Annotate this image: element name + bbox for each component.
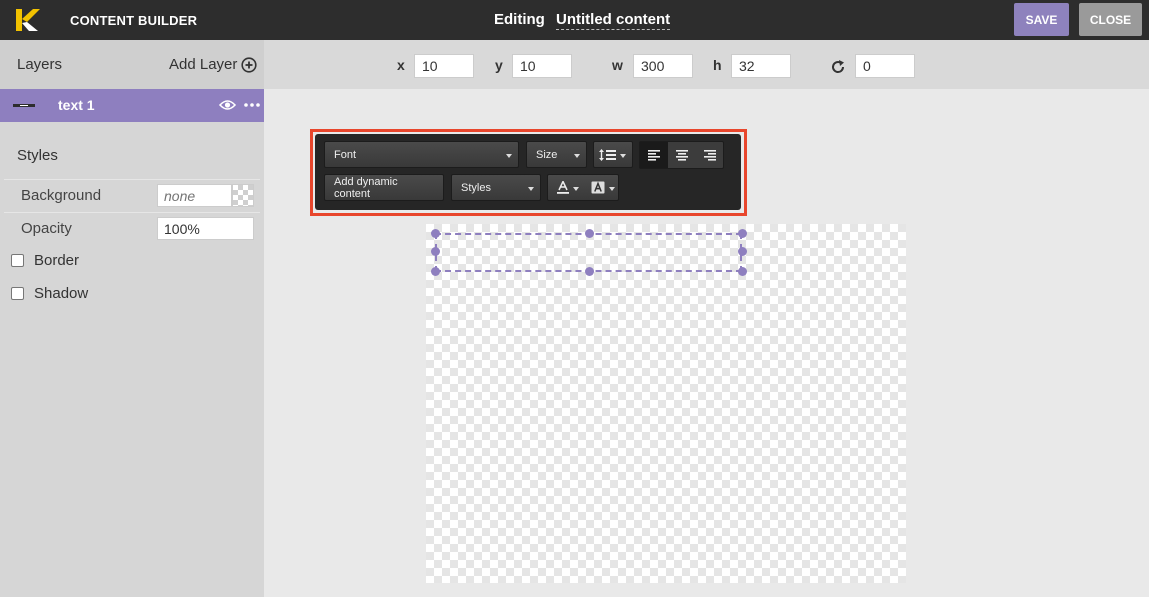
chevron-down-icon: [528, 187, 534, 191]
add-dynamic-content-label: Add dynamic content: [334, 175, 398, 200]
opacity-row: Opacity: [4, 212, 260, 243]
alignment-group: [639, 141, 724, 169]
shadow-checkbox[interactable]: [11, 287, 24, 300]
add-layer-label: Add Layer: [169, 56, 238, 73]
background-row: Background: [4, 179, 260, 210]
line-height-dropdown[interactable]: [593, 141, 633, 168]
resize-handle[interactable]: [738, 229, 747, 238]
layers-title: Layers: [17, 56, 63, 73]
resize-handle[interactable]: [431, 247, 440, 256]
app-title: CONTENT BUILDER: [70, 13, 198, 28]
color-controls: [547, 174, 619, 201]
align-center-icon: [676, 149, 688, 161]
font-dropdown[interactable]: Font: [324, 141, 519, 168]
size-label: Size: [536, 148, 558, 161]
sidebar: Layers Add Layer text 1 Styles Backgroun…: [0, 40, 264, 597]
border-toggle[interactable]: Border: [11, 252, 79, 269]
chevron-down-icon: [609, 187, 615, 191]
align-right-button[interactable]: [696, 142, 724, 168]
text-background-color-button[interactable]: [584, 175, 620, 200]
chevron-down-icon: [620, 154, 626, 158]
document-name[interactable]: Untitled content: [556, 11, 671, 30]
text-color-icon: [557, 181, 569, 194]
eye-icon[interactable]: [219, 99, 236, 111]
w-label: w: [612, 57, 623, 73]
border-checkbox[interactable]: [11, 254, 24, 267]
text-color-button[interactable]: [548, 175, 584, 200]
text-layer-icon: [13, 104, 35, 107]
width-input[interactable]: [633, 54, 693, 78]
x-input[interactable]: [414, 54, 474, 78]
background-color-swatch[interactable]: [232, 184, 254, 207]
layer-name: text 1: [58, 97, 95, 113]
chevron-down-icon: [574, 154, 580, 158]
chevron-down-icon: [506, 154, 512, 158]
resize-handle[interactable]: [431, 267, 440, 276]
size-dropdown[interactable]: Size: [526, 141, 587, 168]
resize-handle[interactable]: [585, 267, 594, 276]
rotation-input[interactable]: [855, 54, 915, 78]
y-label: y: [495, 57, 503, 73]
align-center-button[interactable]: [668, 142, 696, 168]
top-bar: CONTENT BUILDER Editing Untitled content…: [0, 0, 1149, 40]
y-input[interactable]: [512, 54, 572, 78]
app-logo-icon: [16, 9, 40, 31]
chevron-down-icon: [573, 187, 579, 191]
rotate-icon: [832, 60, 845, 73]
shadow-label: Shadow: [34, 285, 89, 302]
resize-handle[interactable]: [738, 247, 747, 256]
text-background-color-icon: [591, 181, 605, 194]
design-canvas[interactable]: [426, 224, 906, 583]
align-right-icon: [704, 149, 716, 161]
background-label: Background: [21, 187, 102, 204]
border-label: Border: [34, 252, 80, 269]
layers-header: Layers Add Layer: [0, 40, 264, 89]
styles-title: Styles: [17, 147, 58, 164]
font-label: Font: [334, 148, 357, 161]
add-layer-button[interactable]: Add Layer: [169, 56, 257, 73]
x-label: x: [397, 57, 405, 73]
align-left-icon: [648, 149, 660, 161]
h-label: h: [713, 57, 722, 73]
resize-handle[interactable]: [431, 229, 440, 238]
opacity-input[interactable]: [157, 217, 254, 240]
styles-dropdown-label: Styles: [461, 181, 491, 194]
more-options-icon[interactable]: [244, 103, 260, 107]
height-input[interactable]: [731, 54, 791, 78]
layer-item[interactable]: text 1: [0, 89, 264, 122]
opacity-label: Opacity: [21, 220, 72, 237]
close-button[interactable]: CLOSE: [1079, 3, 1142, 36]
align-left-button[interactable]: [640, 142, 668, 168]
add-dynamic-content-button[interactable]: Add dynamic content: [324, 174, 444, 201]
transform-bar: x y w h: [264, 40, 1149, 89]
editing-label: Editing: [494, 11, 545, 28]
shadow-toggle[interactable]: Shadow: [11, 285, 88, 302]
line-height-icon: [599, 148, 616, 161]
styles-dropdown[interactable]: Styles: [451, 174, 541, 201]
resize-handle[interactable]: [738, 267, 747, 276]
add-circle-icon: [241, 56, 257, 73]
background-input[interactable]: [157, 184, 232, 207]
save-button[interactable]: SAVE: [1014, 3, 1069, 36]
resize-handle[interactable]: [585, 229, 594, 238]
